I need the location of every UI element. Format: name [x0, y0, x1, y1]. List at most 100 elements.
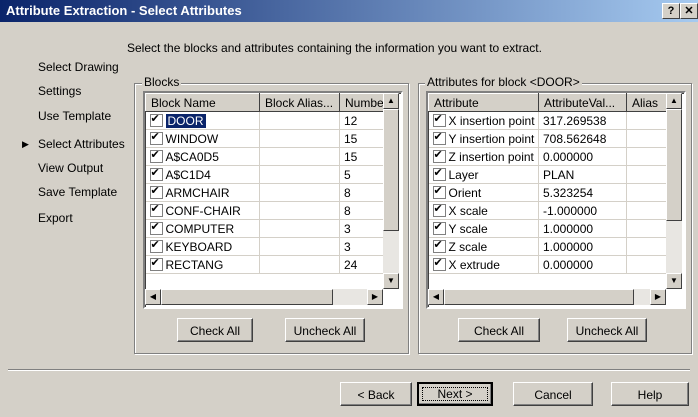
- scroll-right-icon[interactable]: ▶: [367, 289, 383, 305]
- scroll-left-icon[interactable]: ◀: [428, 289, 444, 305]
- next-button[interactable]: Next >: [417, 382, 493, 406]
- alias-cell: [259, 129, 340, 148]
- attributes-check-all-button[interactable]: Check All: [458, 318, 540, 342]
- column-header[interactable]: Block Name: [145, 93, 260, 112]
- blocks-hscrollbar[interactable]: ◀ ▶: [145, 289, 383, 305]
- column-header[interactable]: AttributeVal...: [538, 93, 627, 112]
- row-checkbox[interactable]: [149, 148, 163, 163]
- table-row[interactable]: ARMCHAIR 8: [145, 183, 386, 202]
- scroll-left-icon[interactable]: ◀: [145, 289, 161, 305]
- table-row[interactable]: A$CA0D5 15: [145, 147, 386, 166]
- cancel-button[interactable]: Cancel: [513, 382, 593, 406]
- column-header[interactable]: Block Alias...: [259, 93, 340, 112]
- help-title-button[interactable]: ?: [662, 3, 680, 19]
- alias-cell: [259, 165, 340, 184]
- scroll-right-icon[interactable]: ▶: [650, 289, 666, 305]
- number-cell: 15: [339, 147, 386, 166]
- table-row[interactable]: Z scale 1.000000: [428, 237, 669, 256]
- row-checkbox[interactable]: [432, 130, 446, 145]
- row-checkbox[interactable]: [149, 202, 163, 217]
- alias-cell: [626, 147, 669, 166]
- scroll-thumb[interactable]: [444, 289, 634, 305]
- table-row[interactable]: Y insertion point708.562648: [428, 129, 669, 148]
- table-row[interactable]: A$C1D4 5: [145, 165, 386, 184]
- nav-item: Select Drawing: [38, 60, 119, 74]
- attributes-list[interactable]: AttributeAttributeVal...Alias X insertio…: [426, 91, 686, 309]
- row-checkbox[interactable]: [149, 220, 163, 235]
- number-cell: 15: [339, 129, 386, 148]
- table-row[interactable]: WINDOW 15: [145, 129, 386, 148]
- row-checkbox[interactable]: [432, 148, 446, 163]
- row-name: A$C1D4: [165, 167, 211, 182]
- scroll-thumb[interactable]: [161, 289, 333, 305]
- table-row[interactable]: X extrude 0.000000: [428, 255, 669, 274]
- row-name: CONF-CHAIR: [165, 203, 241, 218]
- blocks-list[interactable]: Block NameBlock Alias...Number DOOR12WIN…: [143, 91, 403, 309]
- column-header[interactable]: Alias: [626, 93, 669, 112]
- footer-separator: [8, 369, 690, 371]
- row-checkbox[interactable]: [432, 166, 446, 181]
- row-name: Y insertion point: [448, 131, 535, 146]
- alias-cell: [259, 111, 340, 130]
- attributes-hscrollbar[interactable]: ◀ ▶: [428, 289, 666, 305]
- row-checkbox[interactable]: [432, 256, 446, 271]
- row-checkbox[interactable]: [432, 238, 446, 253]
- close-title-button[interactable]: ✕: [680, 3, 698, 19]
- row-name: Y scale: [448, 221, 488, 236]
- table-row[interactable]: Layer PLAN: [428, 165, 669, 184]
- blocks-check-all-button[interactable]: Check All: [177, 318, 253, 342]
- row-name: X scale: [448, 203, 488, 218]
- row-checkbox[interactable]: [432, 220, 446, 235]
- row-checkbox[interactable]: [432, 202, 446, 217]
- table-row[interactable]: Z insertion point 0.000000: [428, 147, 669, 166]
- table-row[interactable]: RECTANG 24: [145, 255, 386, 274]
- column-header[interactable]: Number: [339, 93, 386, 112]
- table-row[interactable]: X scale -1.000000: [428, 201, 669, 220]
- alias-cell: [259, 183, 340, 202]
- scroll-down-icon[interactable]: ▼: [666, 273, 682, 289]
- row-checkbox[interactable]: [149, 238, 163, 253]
- nav-item: Use Template: [38, 109, 112, 123]
- table-row[interactable]: CONF-CHAIR 8: [145, 201, 386, 220]
- alias-cell: [626, 165, 669, 184]
- name-cell: X insertion point: [428, 111, 539, 130]
- value-cell: 0.000000: [538, 255, 627, 274]
- row-checkbox[interactable]: [149, 166, 163, 181]
- name-cell: CONF-CHAIR: [145, 201, 260, 220]
- scroll-thumb[interactable]: [666, 109, 682, 221]
- scroll-up-icon[interactable]: ▲: [666, 93, 682, 109]
- name-cell: Z scale: [428, 237, 539, 256]
- row-checkbox[interactable]: [432, 112, 446, 127]
- row-checkbox[interactable]: [432, 184, 446, 199]
- window-title: Attribute Extraction - Select Attributes: [6, 3, 242, 18]
- help-button[interactable]: Help: [611, 382, 689, 406]
- title-bar: Attribute Extraction - Select Attributes…: [0, 0, 698, 22]
- table-row[interactable]: Orient 5.323254: [428, 183, 669, 202]
- scroll-up-icon[interactable]: ▲: [383, 93, 399, 109]
- row-checkbox[interactable]: [149, 112, 163, 127]
- scroll-thumb[interactable]: [383, 109, 399, 231]
- name-cell: A$C1D4: [145, 165, 260, 184]
- back-button[interactable]: < Back: [340, 382, 412, 406]
- attributes-uncheck-all-button[interactable]: Uncheck All: [567, 318, 647, 342]
- table-row[interactable]: X insertion point317.269538: [428, 111, 669, 130]
- scroll-down-icon[interactable]: ▼: [383, 273, 399, 289]
- row-checkbox[interactable]: [149, 130, 163, 145]
- column-header[interactable]: Attribute: [428, 93, 539, 112]
- nav-item: Export: [38, 211, 73, 225]
- row-checkbox[interactable]: [149, 256, 163, 271]
- row-checkbox[interactable]: [149, 184, 163, 199]
- alias-cell: [626, 255, 669, 274]
- name-cell: Y insertion point: [428, 129, 539, 148]
- nav-item: Settings: [38, 84, 82, 98]
- table-row[interactable]: COMPUTER 3: [145, 219, 386, 238]
- row-name: X insertion point: [448, 113, 535, 128]
- name-cell: DOOR: [145, 111, 260, 130]
- table-row[interactable]: Y scale 1.000000: [428, 219, 669, 238]
- blocks-uncheck-all-button[interactable]: Uncheck All: [285, 318, 365, 342]
- attributes-vscrollbar[interactable]: ▲ ▼: [666, 93, 682, 289]
- blocks-vscrollbar[interactable]: ▲ ▼: [383, 93, 399, 289]
- table-row[interactable]: KEYBOARD 3: [145, 237, 386, 256]
- alias-cell: [626, 219, 669, 238]
- table-row[interactable]: DOOR 12: [145, 111, 386, 130]
